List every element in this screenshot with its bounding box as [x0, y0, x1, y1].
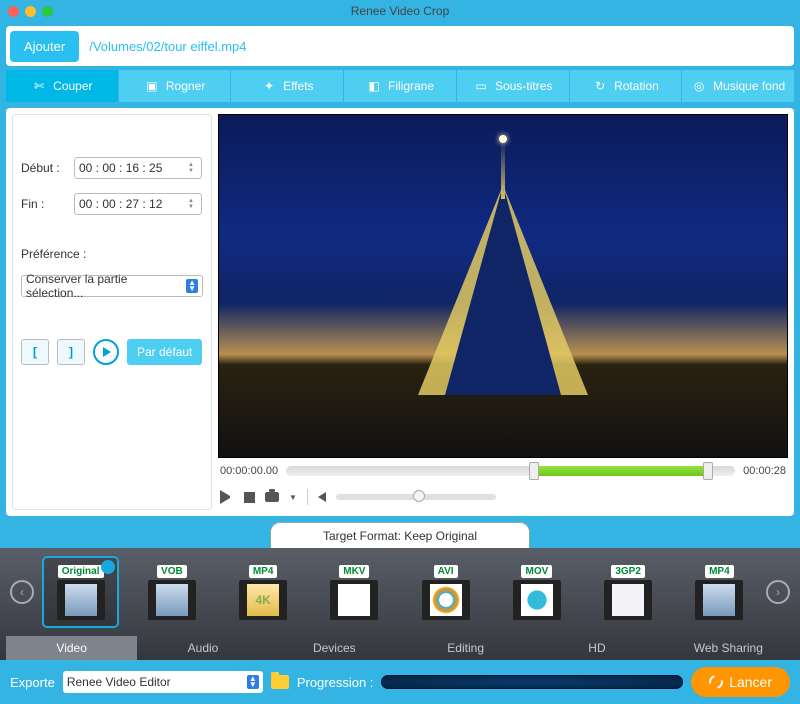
- format-mov[interactable]: MOV: [498, 556, 575, 628]
- cattab-devices[interactable]: Devices: [269, 636, 400, 660]
- player-controls: ▼: [218, 484, 788, 510]
- selection-range: [529, 466, 709, 476]
- format-carousel: ‹ Original VOB MP44K MKV AVI MOV 3GP2 MP…: [0, 548, 800, 660]
- export-select[interactable]: Renee Video Editor ▲▼: [63, 671, 263, 693]
- footer: Exporte Renee Video Editor ▲▼ Progressio…: [0, 660, 800, 704]
- format-mp4[interactable]: MP4: [681, 556, 758, 628]
- tab-effects[interactable]: ✦Effets: [231, 70, 344, 102]
- export-label: Exporte: [10, 675, 55, 690]
- crop-icon: ▣: [144, 78, 160, 94]
- add-file-button[interactable]: Ajouter: [10, 31, 79, 62]
- sync-icon: [707, 672, 726, 691]
- chevron-updown-icon: ▲▼: [247, 675, 259, 689]
- rotate-icon: ↻: [592, 78, 608, 94]
- target-format-label: Target Format: Keep Original: [270, 522, 530, 548]
- droplet-icon: ◧: [366, 78, 382, 94]
- titlebar: Renee Video Crop: [0, 0, 800, 22]
- end-label: Fin :: [21, 197, 66, 211]
- start-time-input[interactable]: 00 : 00 : 16 : 25 ▲▼: [74, 157, 202, 179]
- chevron-updown-icon: ▲▼: [186, 279, 198, 293]
- format-3gp2[interactable]: 3GP2: [590, 556, 667, 628]
- category-tabs: Video Audio Devices Editing HD Web Shari…: [6, 636, 794, 660]
- file-path: /Volumes/02/tour eiffel.mp4: [89, 39, 246, 54]
- time-position: 00:00:00.00: [220, 465, 278, 477]
- play-preview-button[interactable]: [93, 339, 119, 365]
- cut-panel: Début : 00 : 00 : 16 : 25 ▲▼ Fin : 00 : …: [12, 114, 212, 510]
- progress-bar: [381, 675, 683, 689]
- seek-track[interactable]: [286, 466, 735, 476]
- default-button[interactable]: Par défaut: [127, 339, 202, 365]
- play-icon[interactable]: [220, 490, 234, 504]
- video-preview[interactable]: [218, 114, 788, 458]
- mark-out-button[interactable]: ]: [57, 339, 85, 365]
- carousel-prev-button[interactable]: ‹: [10, 580, 34, 604]
- top-file-bar: Ajouter /Volumes/02/tour eiffel.mp4: [6, 26, 794, 66]
- subtitle-icon: ▭: [473, 78, 489, 94]
- stepper-icon[interactable]: ▲▼: [185, 162, 197, 174]
- cattab-websharing[interactable]: Web Sharing: [663, 636, 794, 660]
- preference-select[interactable]: Conserver la partie sélection... ▲▼: [21, 275, 203, 297]
- speaker-icon[interactable]: [318, 492, 326, 502]
- music-icon: ◎: [691, 78, 707, 94]
- format-list: Original VOB MP44K MKV AVI MOV 3GP2 MP4: [42, 556, 758, 628]
- format-original[interactable]: Original: [42, 556, 119, 628]
- tab-rotation[interactable]: ↻Rotation: [570, 70, 683, 102]
- format-vob[interactable]: VOB: [133, 556, 210, 628]
- tool-tabs: ✄Couper ▣Rogner ✦Effets ◧Filigrane ▭Sous…: [6, 70, 794, 102]
- tab-watermark[interactable]: ◧Filigrane: [344, 70, 457, 102]
- stop-icon[interactable]: [244, 492, 255, 503]
- tab-cut[interactable]: ✄Couper: [6, 70, 119, 102]
- cattab-video[interactable]: Video: [6, 636, 137, 660]
- tab-crop[interactable]: ▣Rogner: [119, 70, 232, 102]
- preview-pane: 00:00:00.00 00:00:28 ▼: [218, 114, 788, 510]
- stepper-icon[interactable]: ▲▼: [185, 198, 197, 210]
- selection-end-handle[interactable]: [703, 462, 713, 480]
- format-mp4-4k[interactable]: MP44K: [225, 556, 302, 628]
- cattab-editing[interactable]: Editing: [400, 636, 531, 660]
- tab-subtitles[interactable]: ▭Sous-titres: [457, 70, 570, 102]
- mark-in-button[interactable]: [: [21, 339, 49, 365]
- cattab-hd[interactable]: HD: [531, 636, 662, 660]
- scissors-icon: ✄: [31, 78, 47, 94]
- volume-slider[interactable]: [336, 494, 496, 500]
- preference-label: Préférence :: [21, 247, 203, 261]
- tab-bgmusic[interactable]: ◎Musique fond: [682, 70, 794, 102]
- timeline: 00:00:00.00 00:00:28: [218, 458, 788, 484]
- launch-button[interactable]: Lancer: [691, 667, 790, 697]
- time-duration: 00:00:28: [743, 465, 786, 477]
- end-time-input[interactable]: 00 : 00 : 27 : 12 ▲▼: [74, 193, 202, 215]
- format-avi[interactable]: AVI: [407, 556, 484, 628]
- wand-icon: ✦: [261, 78, 277, 94]
- folder-icon[interactable]: [271, 675, 289, 689]
- format-mkv[interactable]: MKV: [316, 556, 393, 628]
- snapshot-icon[interactable]: [265, 492, 279, 502]
- snapshot-menu-icon[interactable]: ▼: [289, 493, 297, 502]
- main-area: Début : 00 : 00 : 16 : 25 ▲▼ Fin : 00 : …: [6, 108, 794, 516]
- carousel-next-button[interactable]: ›: [766, 580, 790, 604]
- window-title: Renee Video Crop: [0, 4, 800, 18]
- gear-icon[interactable]: [101, 560, 115, 574]
- start-label: Début :: [21, 161, 66, 175]
- selection-start-handle[interactable]: [529, 462, 539, 480]
- progress-label: Progression :: [297, 675, 374, 690]
- cattab-audio[interactable]: Audio: [137, 636, 268, 660]
- volume-knob[interactable]: [413, 490, 425, 502]
